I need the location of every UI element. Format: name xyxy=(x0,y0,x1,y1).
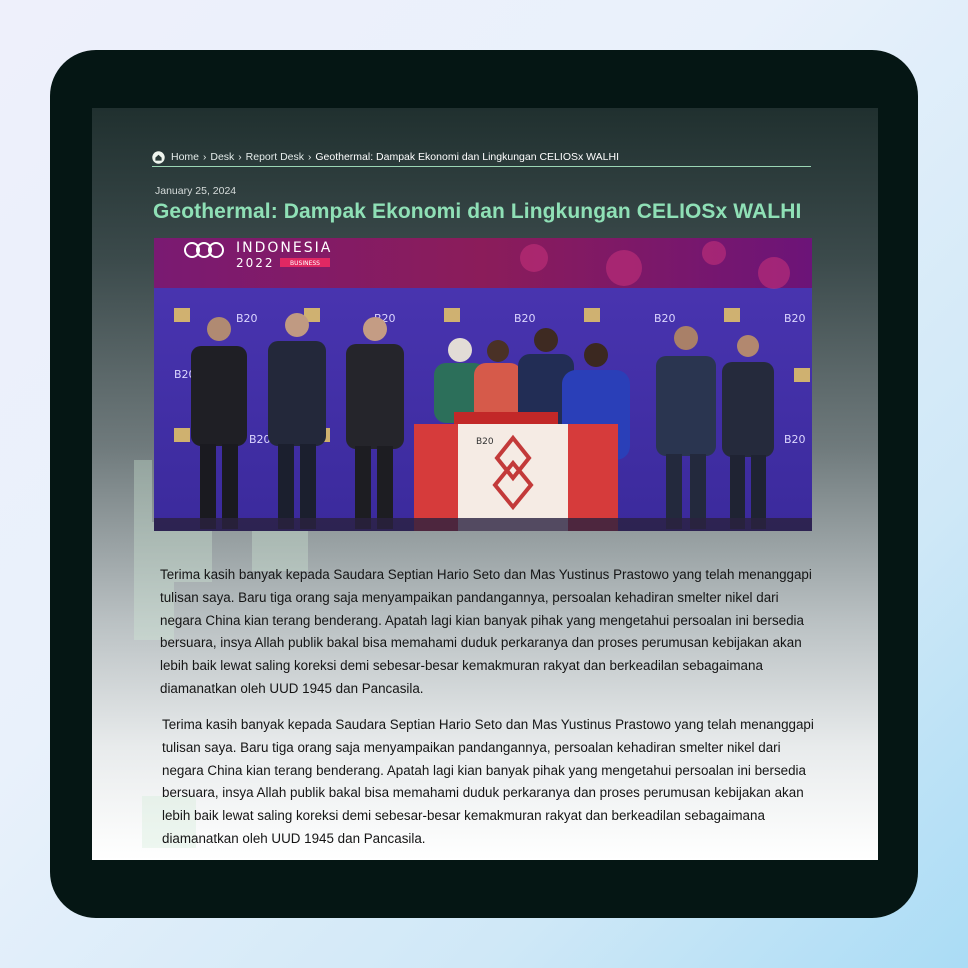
article-paragraph: Terima kasih banyak kepada Saudara Septi… xyxy=(162,717,814,846)
home-icon[interactable] xyxy=(152,150,165,164)
backdrop-label: B20 xyxy=(784,312,806,325)
backdrop-label: B20 xyxy=(654,312,676,325)
podium-label: B20 xyxy=(476,437,494,447)
podium: B20 xyxy=(414,412,618,531)
breadcrumb-current: Geothermal: Dampak Ekonomi dan Lingkunga… xyxy=(315,151,620,163)
article-title: Geothermal: Dampak Ekonomi dan Lingkunga… xyxy=(153,200,802,223)
breadcrumb: Home › Desk › Report Desk › Geothermal: … xyxy=(152,148,811,167)
breadcrumb-home-link[interactable]: Home xyxy=(171,151,199,163)
browser-screen: Home › Desk › Report Desk › Geothermal: … xyxy=(92,108,878,860)
backdrop-label: B20 xyxy=(514,312,536,325)
article-hero-image: INDONESIA 2022 BUSINESS B20 B20 B20 B20 … xyxy=(154,238,812,531)
article-paragraph: Terima kasih banyak kepada Saudara Septi… xyxy=(160,567,812,696)
device-frame: Home › Desk › Report Desk › Geothermal: … xyxy=(50,50,918,918)
chevron-right-icon: › xyxy=(203,151,207,163)
event-badge: BUSINESS xyxy=(290,260,320,267)
backdrop-label: B20 xyxy=(784,433,806,446)
event-text-line2: 2022 xyxy=(236,256,275,270)
backdrop-label: B20 xyxy=(249,433,271,446)
event-text-line1: INDONESIA xyxy=(236,240,332,256)
breadcrumb-desk-link[interactable]: Desk xyxy=(210,151,234,163)
backdrop-label: B20 xyxy=(236,312,258,325)
chevron-right-icon: › xyxy=(238,151,242,163)
article-date: January 25, 2024 xyxy=(155,185,237,197)
breadcrumb-report-desk-link[interactable]: Report Desk xyxy=(246,151,304,163)
ghost-block xyxy=(134,460,152,522)
chevron-right-icon: › xyxy=(308,151,312,163)
